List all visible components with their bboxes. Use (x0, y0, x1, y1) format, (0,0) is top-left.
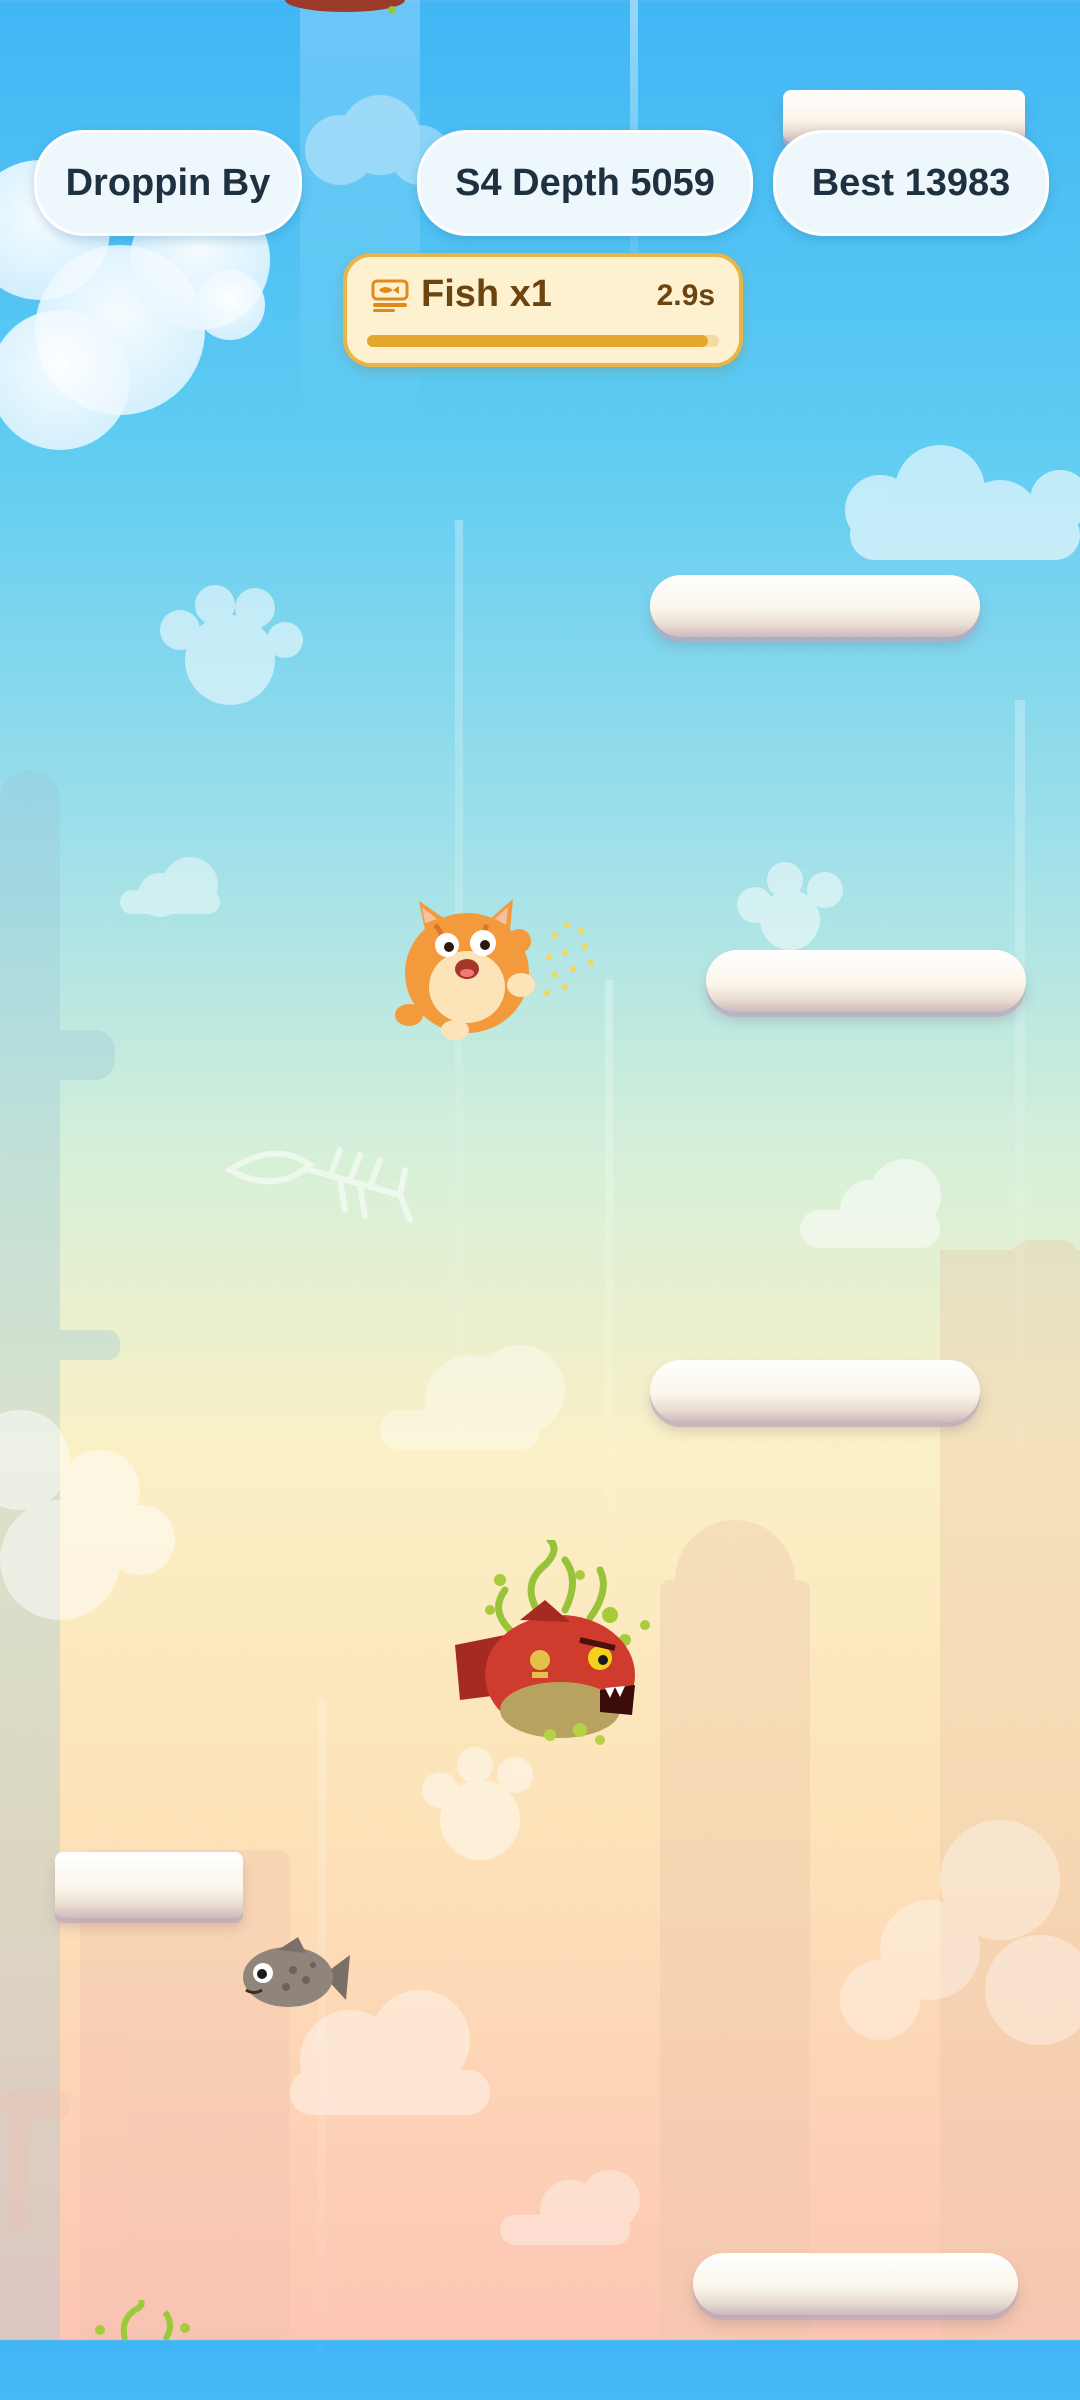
mode-label: Droppin By (65, 161, 271, 204)
fish-bone-decoration (224, 1147, 413, 1223)
cloud-right-upper (845, 445, 1080, 560)
cloud-platform (706, 950, 1026, 1012)
powerup-progress-track (367, 335, 719, 347)
toxic-enemy-fish (455, 1540, 650, 1745)
cloud-platform (693, 2253, 1018, 2315)
light-beam (318, 1700, 326, 2400)
cloud-center (380, 1345, 565, 1450)
cloud-bottom (500, 2170, 640, 2245)
depth-pill: S4 Depth 5059 (417, 130, 753, 236)
light-beam (1015, 700, 1025, 1500)
best-score-label: Best 13983 (811, 161, 1011, 204)
small-cloud-right (800, 1159, 941, 1248)
paw-cloud-left (160, 585, 303, 705)
cloud-platform (650, 1360, 980, 1422)
powerup-panel: Fish x1 2.9s (343, 253, 743, 367)
player-cat (395, 899, 594, 1040)
best-score-pill: Best 13983 (773, 130, 1049, 236)
grey-fish-pickup (243, 1937, 350, 2007)
powerup-timer: 2.9s (656, 279, 715, 312)
powerup-progress-fill (367, 335, 709, 347)
powerup-label: Fish x1 (421, 273, 552, 315)
toxic-splash-partial (95, 2300, 190, 2340)
cloud-left-lower (0, 1410, 175, 1620)
small-cloud-left (120, 857, 220, 917)
mode-label-pill: Droppin By (34, 130, 302, 236)
cloud-platform (650, 575, 980, 637)
paw-cloud-mid (737, 862, 843, 950)
fish-bowl-icon (371, 279, 409, 312)
cloud-platform (55, 1852, 243, 1918)
depth-label: S4 Depth 5059 (455, 161, 715, 204)
enemy-fish-partial (285, 0, 405, 14)
